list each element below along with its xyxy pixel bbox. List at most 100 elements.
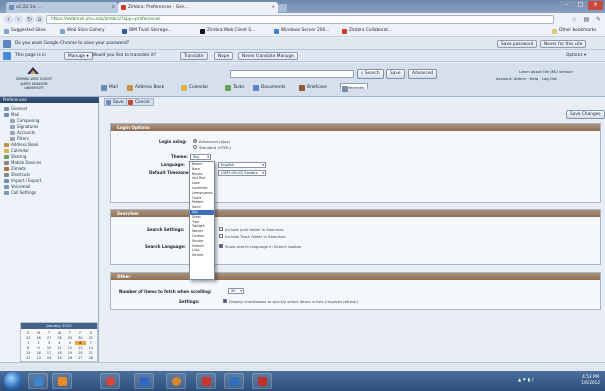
fetch-items-select[interactable]: 50 ▾ bbox=[228, 288, 244, 294]
radio-advanced[interactable] bbox=[193, 139, 197, 143]
calendar-day[interactable]: 11 bbox=[54, 346, 64, 350]
calendar-day[interactable]: 8 bbox=[23, 346, 33, 350]
display-checkboxes-checkbox[interactable] bbox=[223, 299, 227, 303]
account-link[interactable]: Account: Admin bbox=[496, 76, 526, 81]
sidebar-item-calendar[interactable]: Calendar bbox=[4, 148, 29, 153]
bookmark-item[interactable]: IBM Tivoli Storage... bbox=[122, 28, 172, 35]
browser-tab-active[interactable]: Zimbra: Preferences - Gen... × bbox=[118, 2, 278, 13]
calendar-day[interactable]: 19 bbox=[65, 351, 75, 355]
calendar-day[interactable]: 9 bbox=[33, 346, 43, 350]
calendar-day[interactable]: 26 bbox=[65, 356, 75, 360]
taskbar-app-chrome[interactable] bbox=[100, 373, 120, 389]
tab-address-book[interactable]: Address Book bbox=[126, 83, 167, 93]
sidebar-item-call-settings[interactable]: Call Settings bbox=[4, 190, 36, 195]
calendar-day[interactable]: 21 bbox=[86, 351, 96, 355]
calendar-day[interactable]: 7 bbox=[86, 341, 96, 345]
calendar-day[interactable]: 16 bbox=[33, 351, 43, 355]
calendar-day[interactable]: 25 bbox=[54, 356, 64, 360]
calendar-day[interactable]: 27 bbox=[44, 336, 54, 340]
include-trash-checkbox[interactable] bbox=[219, 234, 223, 238]
translate-button[interactable]: Translate bbox=[180, 52, 208, 60]
calendar-day[interactable]: 1 bbox=[23, 341, 33, 345]
page-menu-icon[interactable]: ▤ bbox=[582, 15, 591, 24]
sidebar-item-address-book[interactable]: Address Book bbox=[4, 142, 38, 147]
calendar-day[interactable]: 26 bbox=[33, 336, 43, 340]
calendar-day[interactable]: 4 bbox=[54, 341, 64, 345]
taskbar-app-excel[interactable] bbox=[224, 373, 244, 389]
browser-tab[interactable]: a1:22:1e: ... × bbox=[6, 2, 118, 13]
theme-option[interactable]: Smoke bbox=[190, 253, 214, 258]
calendar-day[interactable]: 14 bbox=[86, 346, 96, 350]
sidebar-item-voicemail[interactable]: Voicemail bbox=[4, 184, 30, 189]
close-icon[interactable]: × bbox=[272, 4, 275, 9]
language-select[interactable]: Manuge ▾ bbox=[64, 52, 93, 60]
tab-tasks[interactable]: Tasks bbox=[224, 83, 248, 93]
home-icon[interactable]: ⌂ bbox=[35, 15, 44, 24]
sidebar-item-zimlets[interactable]: Zimlets bbox=[4, 166, 26, 171]
calendar-day[interactable]: 5 bbox=[65, 341, 75, 345]
never-for-site-button[interactable]: Never for this site bbox=[540, 40, 587, 48]
tab-calendar[interactable]: Calendar bbox=[180, 83, 211, 93]
header-info-text[interactable]: Learn about the JMU version bbox=[496, 69, 596, 74]
bookmark-item[interactable]: Web Slice Gallery bbox=[60, 28, 105, 35]
taskbar-app-paint[interactable] bbox=[196, 373, 216, 389]
minimize-button[interactable]: – bbox=[560, 1, 573, 10]
start-button[interactable] bbox=[4, 372, 22, 390]
taskbar-app-outlook[interactable] bbox=[166, 373, 186, 389]
save-search-button[interactable]: Save bbox=[386, 69, 405, 79]
calendar-day[interactable]: 2 bbox=[33, 341, 43, 345]
bookmark-item[interactable]: Windows Server 200... bbox=[274, 28, 329, 35]
save-password-button[interactable]: Save password bbox=[497, 40, 538, 48]
radio-standard[interactable] bbox=[193, 145, 197, 149]
other-bookmarks[interactable]: Other bookmarks bbox=[552, 28, 596, 35]
new-tab-button[interactable] bbox=[278, 4, 287, 12]
taskbar-app-explorer[interactable] bbox=[28, 373, 48, 389]
sidebar-item-shortcuts[interactable]: Shortcuts bbox=[4, 172, 30, 177]
calendar-day[interactable]: 31 bbox=[86, 336, 96, 340]
tab-preferences[interactable]: Preferences bbox=[340, 83, 369, 92]
back-icon[interactable]: ‹ bbox=[4, 15, 13, 24]
nope-button[interactable]: Nope bbox=[214, 52, 234, 60]
clock[interactable]: 4:53 PM 1/6/2012 bbox=[581, 374, 600, 386]
calendar-day[interactable]: 28 bbox=[54, 336, 64, 340]
sidebar-item-mail[interactable]: Mail bbox=[4, 112, 19, 117]
save-button[interactable]: Save bbox=[104, 98, 128, 106]
bookmark-item[interactable]: Suggested Sites bbox=[4, 28, 46, 35]
search-button[interactable]: ⌕ Search bbox=[357, 69, 384, 79]
tab-briefcase[interactable]: Briefcase bbox=[298, 83, 330, 93]
sidebar-item-general[interactable]: General bbox=[4, 106, 27, 111]
include-junk-checkbox[interactable] bbox=[219, 227, 223, 231]
sidebar-item-sharing[interactable]: Sharing bbox=[4, 154, 26, 159]
reload-icon[interactable]: ↻ bbox=[25, 15, 34, 24]
address-bar[interactable]: https://webmail.jmu.edu/zimbra/?app=pref… bbox=[46, 15, 554, 24]
sidebar-item-import-export[interactable]: Import / Export bbox=[4, 178, 41, 183]
calendar-day[interactable]: 6 bbox=[75, 341, 86, 345]
close-window-button[interactable]: × bbox=[588, 1, 603, 10]
taskbar-app-firefox[interactable] bbox=[134, 373, 154, 389]
tray-icons[interactable]: ▲ ⚑ ▮ ♪ bbox=[518, 377, 534, 382]
close-icon[interactable]: × bbox=[112, 4, 115, 9]
calendar-month[interactable]: January 2012 bbox=[21, 323, 97, 329]
theme-select[interactable]: Sky ▾ bbox=[190, 154, 211, 160]
search-language-checkbox[interactable] bbox=[219, 244, 223, 248]
maximize-button[interactable]: □ bbox=[574, 1, 587, 10]
forward-icon[interactable]: › bbox=[14, 15, 23, 24]
calendar-day[interactable]: 28 bbox=[86, 356, 96, 360]
translate-options-link[interactable]: Options ▾ bbox=[566, 53, 586, 58]
save-changes-button[interactable]: Save Changes bbox=[566, 110, 605, 119]
sidebar-item-signatures[interactable]: Signatures bbox=[10, 124, 38, 129]
taskbar-app-media-player[interactable] bbox=[52, 373, 72, 389]
sidebar-item-composing[interactable]: Composing bbox=[10, 118, 39, 123]
calendar-day[interactable]: 18 bbox=[54, 351, 64, 355]
calendar-day[interactable]: 25 bbox=[23, 336, 33, 340]
calendar-day[interactable]: 24 bbox=[44, 356, 54, 360]
logout-link[interactable]: Log Out bbox=[542, 76, 557, 81]
taskbar-app-folder[interactable] bbox=[252, 373, 272, 389]
advanced-search-button[interactable]: Advanced bbox=[408, 69, 438, 79]
bookmark-item[interactable]: Zimbra Web Client S... bbox=[200, 28, 255, 35]
calendar-day[interactable]: 10 bbox=[44, 346, 54, 350]
sidebar-item-mobile-devices[interactable]: Mobile Devices bbox=[4, 160, 41, 165]
calendar-day[interactable]: 29 bbox=[65, 336, 75, 340]
tab-documents[interactable]: Documents bbox=[252, 83, 289, 93]
tab-mail[interactable]: Mail bbox=[100, 83, 121, 93]
